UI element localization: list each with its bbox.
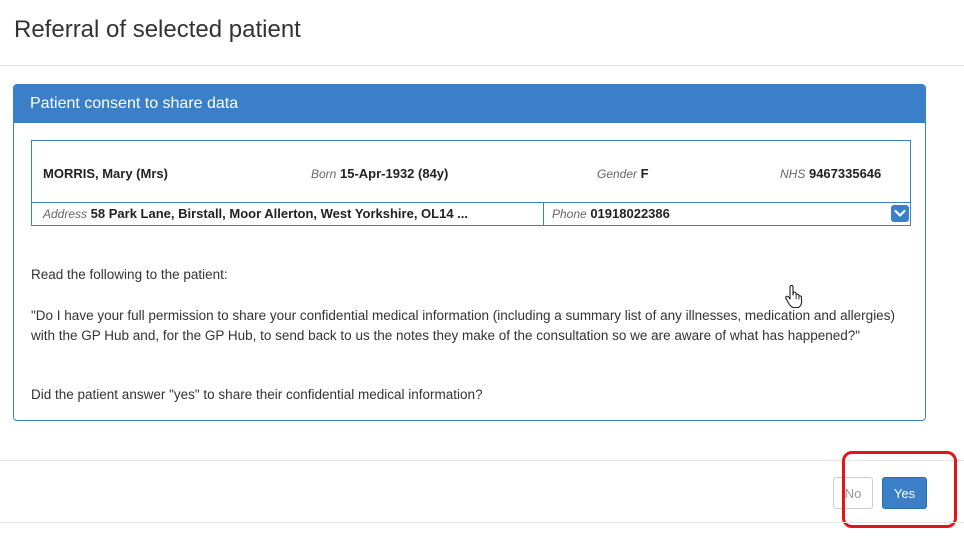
gender-value: F: [640, 166, 649, 181]
consent-instruction: Read the following to the patient:: [31, 267, 228, 282]
gender-field: Gender F: [597, 166, 649, 181]
consent-quote: "Do I have your full permission to share…: [31, 308, 895, 343]
panel-heading: Patient consent to share data: [14, 85, 925, 123]
chevron-down-icon: [894, 209, 906, 217]
patient-banner: MORRIS, Mary (Mrs) Born 15-Apr-1932 (84y…: [31, 140, 911, 226]
title-divider: [0, 65, 964, 66]
phone-field: Phone 01918022386: [552, 203, 670, 225]
nhs-value: 9467335646: [808, 166, 882, 181]
nhs-label: NHS: [780, 167, 806, 181]
born-label: Born: [311, 167, 337, 181]
bottom-divider: [0, 522, 964, 523]
gender-label: Gender: [597, 167, 638, 181]
expand-patient-details-button[interactable]: [891, 205, 909, 222]
yes-highlight-annotation: [842, 451, 957, 528]
born-value: 15-Apr-1932 (84y): [339, 166, 449, 181]
address-value: 58 Park Lane, Birstall, Moor Allerton, W…: [90, 206, 469, 221]
address-label: Address: [43, 207, 88, 221]
phone-value: 01918022386: [590, 206, 670, 221]
address-field: Address 58 Park Lane, Birstall, Moor All…: [32, 203, 544, 225]
consent-panel: Patient consent to share data MORRIS, Ma…: [13, 84, 926, 421]
patient-name: MORRIS, Mary (Mrs): [43, 166, 168, 181]
hand-pointer-icon: [785, 285, 803, 309]
phone-label: Phone: [552, 207, 587, 221]
patient-demographics-row: MORRIS, Mary (Mrs) Born 15-Apr-1932 (84y…: [32, 141, 910, 202]
footer-divider: [0, 460, 964, 461]
nhs-field: NHS 9467335646: [780, 166, 881, 181]
patient-contact-row: Address 58 Park Lane, Birstall, Moor All…: [32, 202, 910, 225]
modal-title: Referral of selected patient: [14, 16, 301, 43]
born-field: Born 15-Apr-1932 (84y): [311, 166, 448, 181]
consent-question: Did the patient answer "yes" to share th…: [31, 387, 483, 402]
